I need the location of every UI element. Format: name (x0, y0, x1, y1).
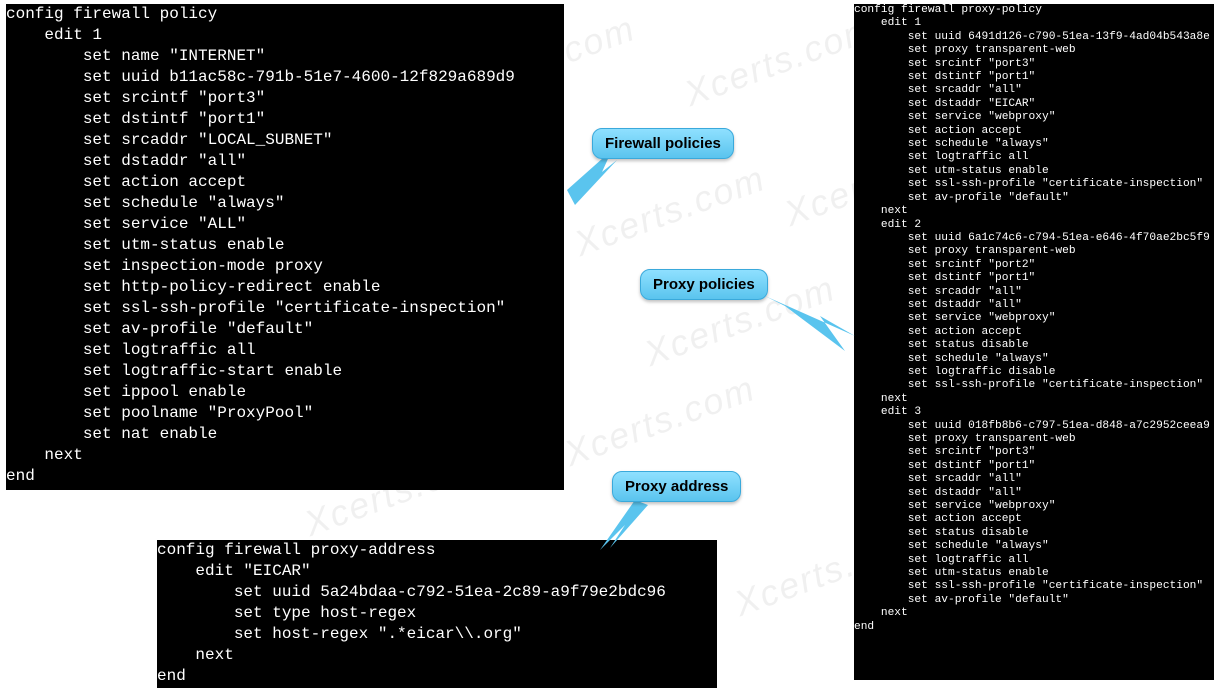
proxy-policies-callout: Proxy policies (640, 269, 768, 300)
firewall-callout-arrow (567, 150, 617, 210)
proxy-policy-terminal: config firewall proxy-policy edit 1 set … (854, 4, 1214, 680)
proxy-address-callout: Proxy address (612, 471, 741, 502)
watermark: Xcerts.com (679, 7, 881, 115)
firewall-policy-terminal: config firewall policy edit 1 set name "… (6, 4, 564, 490)
proxyaddr-callout-arrow (600, 500, 650, 550)
proxy-callout-arrow (765, 296, 855, 356)
watermark: Xcerts.com (559, 367, 761, 475)
proxy-address-terminal: config firewall proxy-address edit "EICA… (157, 540, 717, 688)
firewall-policies-callout: Firewall policies (592, 128, 734, 159)
